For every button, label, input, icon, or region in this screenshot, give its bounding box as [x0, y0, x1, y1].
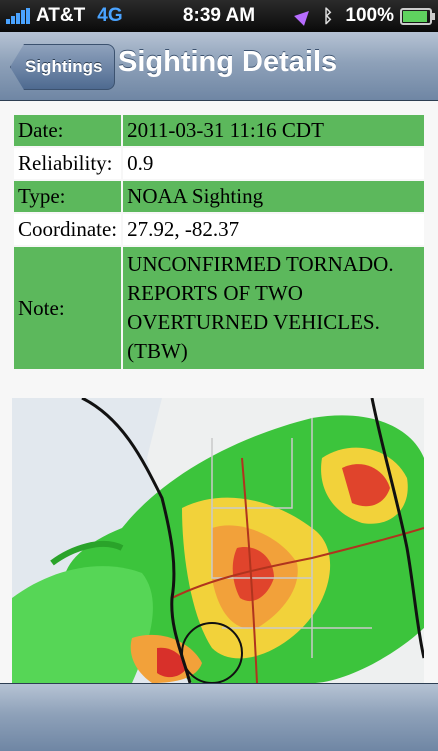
note-value: UNCONFIRMED TORNADO. REPORTS OF TWO OVER… [123, 247, 424, 369]
date-value: 2011-03-31 11:16 CDT [123, 115, 424, 146]
table-row-reliability: Reliability: 0.9 [14, 148, 424, 179]
content-area[interactable]: Date: 2011-03-31 11:16 CDT Reliability: … [0, 101, 438, 683]
table-row-date: Date: 2011-03-31 11:16 CDT [14, 115, 424, 146]
radar-map-graphic [12, 398, 424, 683]
back-button[interactable]: Sightings [10, 44, 116, 90]
battery-fill [403, 10, 427, 22]
status-bar: AT&T 4G 8:39 AM ᛒ 100% [0, 0, 438, 32]
table-row-note: Note: UNCONFIRMED TORNADO. REPORTS OF TW… [14, 247, 424, 369]
battery-icon [400, 7, 435, 25]
radar-map-image [12, 398, 424, 683]
location-arrow-icon [293, 6, 314, 26]
table-row-coordinate: Coordinate: 27.92, -82.37 [14, 214, 424, 245]
type-label: Type: [14, 181, 122, 212]
bottom-toolbar [0, 683, 438, 751]
status-right: ᛒ 100% [293, 5, 435, 27]
reliability-value: 0.9 [123, 148, 424, 179]
battery-percent: 100% [345, 5, 394, 26]
bluetooth-icon: ᛒ [322, 5, 334, 26]
table-row-type: Type: NOAA Sighting [14, 181, 424, 212]
details-table: Date: 2011-03-31 11:16 CDT Reliability: … [12, 113, 426, 371]
type-value: NOAA Sighting [123, 181, 424, 212]
page-title: Sighting Details [118, 46, 338, 78]
reliability-label: Reliability: [14, 148, 122, 179]
navigation-bar: Sightings Sighting Details [0, 32, 438, 101]
note-label: Note: [14, 247, 122, 369]
coordinate-value: 27.92, -82.37 [123, 214, 424, 245]
coordinate-label: Coordinate: [14, 214, 122, 245]
date-label: Date: [14, 115, 122, 146]
